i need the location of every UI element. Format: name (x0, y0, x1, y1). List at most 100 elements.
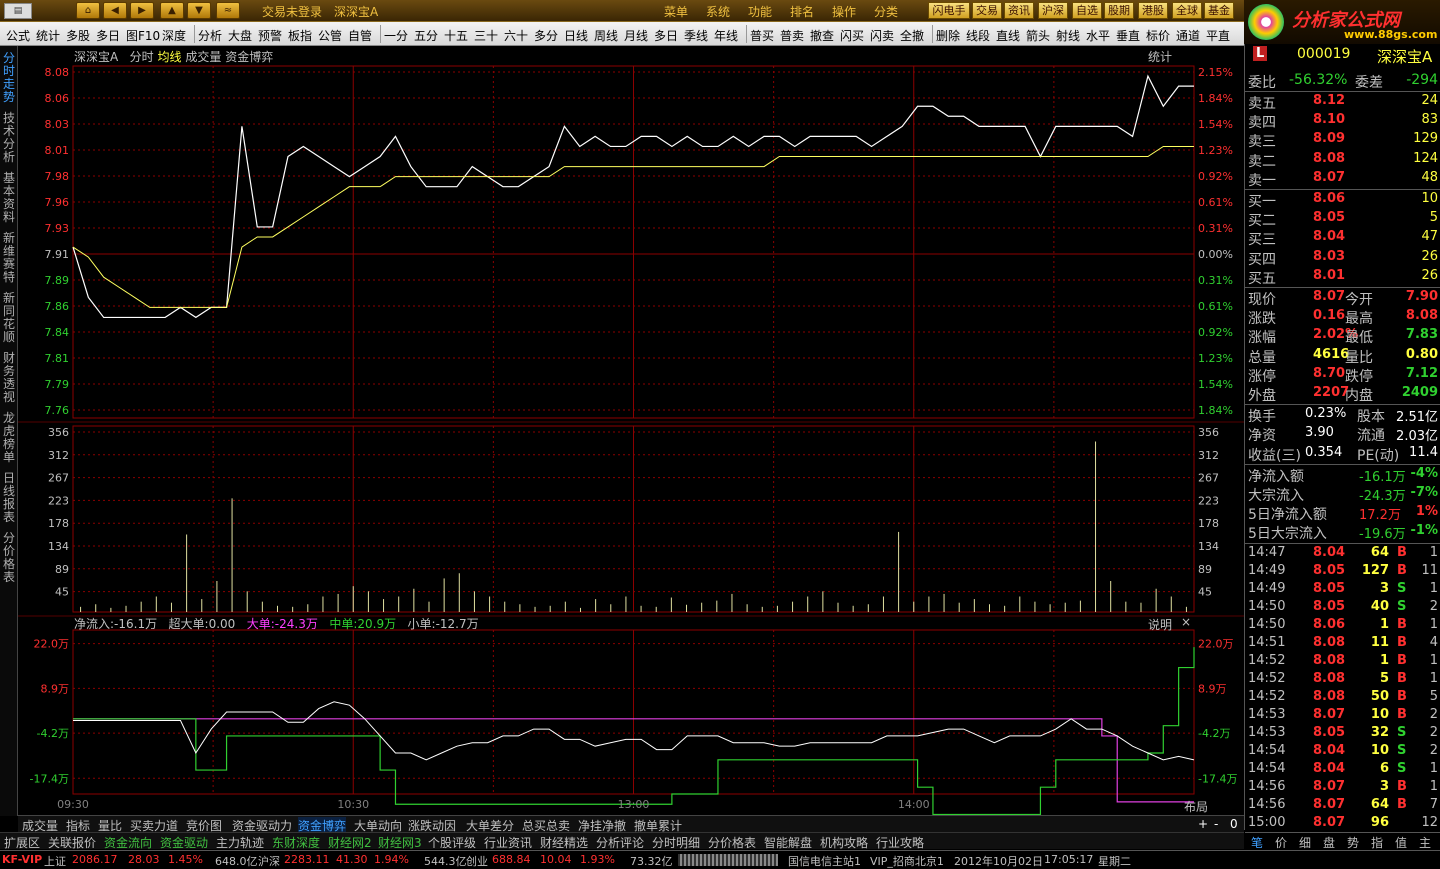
extension-tab-9[interactable]: 行业资讯 (484, 834, 532, 851)
toolbar-item-23[interactable]: 年线 (714, 27, 738, 44)
extension-tab-15[interactable]: 机构攻略 (820, 834, 868, 851)
toolbar-item-16[interactable]: 六十 (504, 27, 528, 44)
toolbar-item-18[interactable]: 日线 (564, 27, 588, 44)
menu-main[interactable]: 菜单 (664, 3, 688, 20)
toolbar-item-5[interactable]: 深度 (162, 27, 186, 44)
stat-button[interactable]: 统计 (1148, 48, 1172, 65)
extension-tab-8[interactable]: 个股评级 (428, 834, 476, 851)
toolbar-item-14[interactable]: 十五 (444, 27, 468, 44)
toolbar-item-0[interactable]: 公式 (6, 27, 30, 44)
vtab-7[interactable]: 日线报表 (1, 472, 17, 530)
quick-hushen-button[interactable]: 沪深 (1038, 2, 1068, 19)
extension-tab-6[interactable]: 财经网2 (328, 834, 372, 851)
toolbar-item-1[interactable]: 统计 (36, 27, 60, 44)
chart-tab-fundgame[interactable]: 资金博弈 (225, 50, 273, 64)
vtab-6[interactable]: 龙虎榜单 (1, 412, 17, 470)
extension-tab-3[interactable]: 资金驱动 (160, 834, 208, 851)
ask-row-2[interactable]: 卖三 8.09 129 (1245, 131, 1440, 150)
extension-tab-5[interactable]: 东财深度 (272, 834, 320, 851)
bid-row-2[interactable]: 买三 8.04 47 (1245, 229, 1440, 248)
trade-login-link[interactable]: 交易未登录 (262, 3, 322, 20)
toolbar-item-4[interactable]: 图F10 (126, 27, 160, 44)
quick-watchlist-button[interactable]: 自选 (1072, 2, 1102, 19)
collapse-icon[interactable]: ≈ (216, 2, 240, 19)
toolbar-item-20[interactable]: 月线 (624, 27, 648, 44)
close-icon[interactable]: × (1181, 615, 1191, 629)
quote-tab-6[interactable]: 值 (1395, 834, 1407, 851)
layout-button[interactable]: 布局 (1184, 798, 1208, 815)
vtab-5[interactable]: 财务透视 (1, 352, 17, 410)
toolbar-item-21[interactable]: 多日 (654, 27, 678, 44)
ask-row-0[interactable]: 卖五 8.12 24 (1245, 93, 1440, 112)
stock-name-link[interactable]: 深深宝A (334, 3, 378, 20)
chart-canvas[interactable]: 8.08 2.15% 8.06 1.84% 8.03 1.54% 8.01 1.23% 7.98… (18, 46, 1244, 816)
extension-tab-2[interactable]: 资金流向 (104, 834, 152, 851)
extension-tab-4[interactable]: 主力轨迹 (216, 834, 264, 851)
quick-hk-button[interactable]: 港股 (1138, 2, 1168, 19)
bid-row-0[interactable]: 买一 8.06 10 (1245, 191, 1440, 210)
toolbar-item-37[interactable]: 标价 (1146, 27, 1170, 44)
toolbar-item-24[interactable]: 普买 (750, 27, 774, 44)
toolbar-item-25[interactable]: 普卖 (780, 27, 804, 44)
quote-tab-7[interactable]: 主 (1419, 834, 1431, 851)
bid-row-3[interactable]: 买四 8.03 26 (1245, 249, 1440, 268)
toolbar-item-34[interactable]: 射线 (1056, 27, 1080, 44)
quick-trade-button[interactable]: 交易 (972, 2, 1002, 19)
quote-tab-1[interactable]: 价 (1275, 834, 1287, 851)
forward-icon[interactable]: ▶ (130, 2, 154, 19)
extension-tab-12[interactable]: 分时明细 (652, 834, 700, 851)
back-icon[interactable]: ◀ (103, 2, 127, 19)
app-logo-icon[interactable]: ▤ (4, 3, 32, 19)
toolbar-item-33[interactable]: 箭头 (1026, 27, 1050, 44)
extension-tab-14[interactable]: 智能解盘 (764, 834, 812, 851)
help-button[interactable]: 说明 (1148, 616, 1172, 633)
toolbar-item-12[interactable]: 一分 (384, 27, 408, 44)
menu-category[interactable]: 分类 (874, 3, 898, 20)
toolbar-item-39[interactable]: 平直 (1206, 27, 1230, 44)
toolbar-item-32[interactable]: 直线 (996, 27, 1020, 44)
quick-fund-button[interactable]: 基金 (1204, 2, 1234, 19)
toolbar-item-29[interactable]: 全撤 (900, 27, 924, 44)
chart-tab-volume[interactable]: 成交量 (185, 50, 221, 64)
extension-tab-10[interactable]: 财经精选 (540, 834, 588, 851)
quick-news-button[interactable]: 资讯 (1004, 2, 1034, 19)
toolbar-item-35[interactable]: 水平 (1086, 27, 1110, 44)
zoom-button-0[interactable]: + (1198, 817, 1208, 831)
menu-function[interactable]: 功能 (748, 3, 772, 20)
toolbar-item-2[interactable]: 多股 (66, 27, 90, 44)
toolbar-item-11[interactable]: 自管 (348, 27, 372, 44)
quote-tab-2[interactable]: 细 (1299, 834, 1311, 851)
extension-tab-13[interactable]: 分价格表 (708, 834, 756, 851)
vtab-8[interactable]: 分价格表 (1, 532, 17, 590)
menu-system[interactable]: 系统 (706, 3, 730, 20)
quote-tab-4[interactable]: 势 (1347, 834, 1359, 851)
status-server[interactable]: 国信电信主站1 (788, 853, 861, 869)
toolbar-item-38[interactable]: 通道 (1176, 27, 1200, 44)
extension-tab-11[interactable]: 分析评论 (596, 834, 644, 851)
extension-tab-1[interactable]: 关联报价 (48, 834, 96, 851)
ask-row-3[interactable]: 卖二 8.08 124 (1245, 151, 1440, 170)
quick-global-button[interactable]: 全球 (1172, 2, 1202, 19)
extension-tab-16[interactable]: 行业攻略 (876, 834, 924, 851)
toolbar-item-9[interactable]: 板指 (288, 27, 312, 44)
quote-tab-3[interactable]: 盘 (1323, 834, 1335, 851)
toolbar-item-8[interactable]: 预警 (258, 27, 282, 44)
toolbar-item-6[interactable]: 分析 (198, 27, 222, 44)
menu-operate[interactable]: 操作 (832, 3, 856, 20)
toolbar-item-17[interactable]: 多分 (534, 27, 558, 44)
zoom-button-1[interactable]: - (1214, 817, 1218, 831)
toolbar-item-22[interactable]: 季线 (684, 27, 708, 44)
menu-rank[interactable]: 排名 (790, 3, 814, 20)
home-icon[interactable]: ⌂ (76, 2, 100, 19)
toolbar-item-13[interactable]: 五分 (414, 27, 438, 44)
vtab-4[interactable]: 新同花顺 (1, 292, 17, 350)
vtab-3[interactable]: 新维赛特 (1, 232, 17, 290)
zoom-button-2[interactable]: 0 (1230, 817, 1238, 831)
toolbar-item-15[interactable]: 三十 (474, 27, 498, 44)
toolbar-item-3[interactable]: 多日 (96, 27, 120, 44)
quick-futures-button[interactable]: 股期 (1104, 2, 1134, 19)
toolbar-item-27[interactable]: 闪买 (840, 27, 864, 44)
quick-flash-button[interactable]: 闪电手 (928, 2, 970, 19)
intraday-chart[interactable]: 8.08 2.15% 8.06 1.84% 8.03 1.54% 8.01 1.23% 7.98… (18, 46, 1244, 816)
toolbar-item-19[interactable]: 周线 (594, 27, 618, 44)
